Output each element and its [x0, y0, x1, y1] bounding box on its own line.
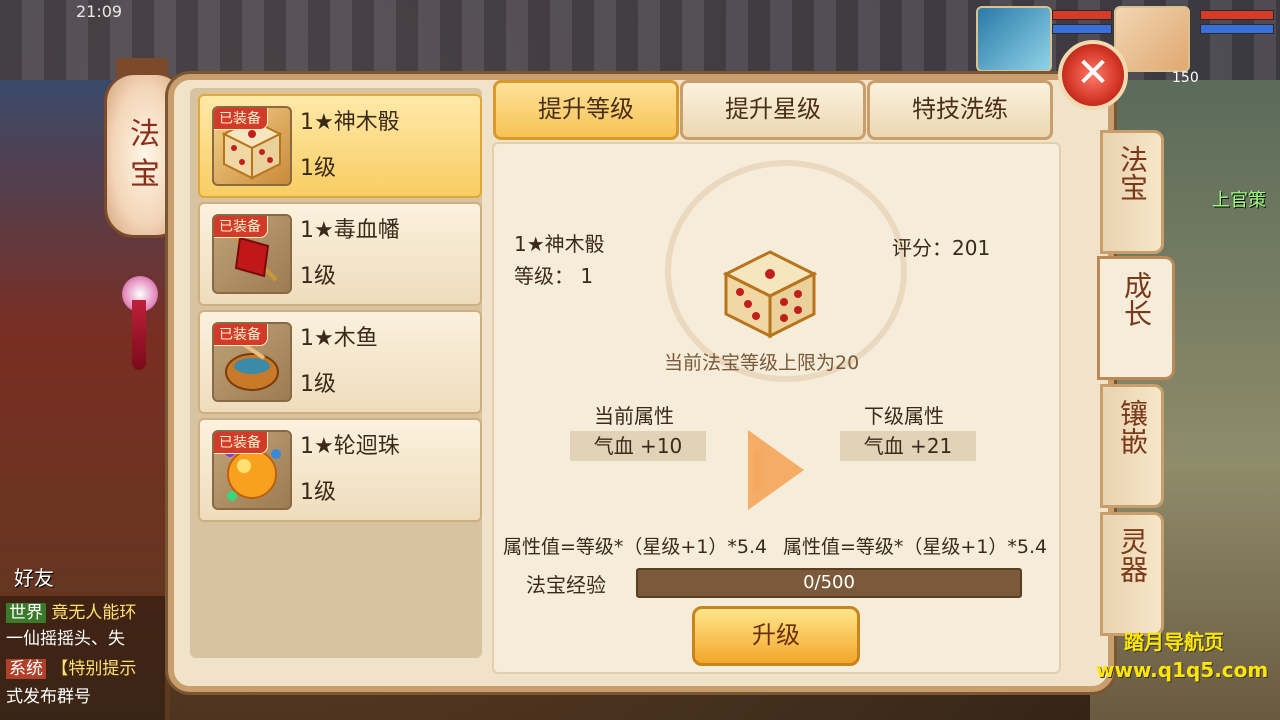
pet-mp-bar: [1052, 24, 1112, 34]
chat-panel[interactable]: 世界 竟无人能环 一仙摇摇头、失 系统 【特别提示 式发布群号: [0, 596, 165, 720]
side-tab-spirit[interactable]: 灵器: [1100, 512, 1164, 636]
chat-text: 式发布群号: [6, 687, 91, 707]
side-tab-treasure[interactable]: 法宝: [1100, 130, 1164, 254]
pet-hp-bar: [1052, 10, 1112, 20]
current-attr-value: 气血 +10: [570, 431, 706, 461]
chat-tag: 世界: [6, 603, 46, 623]
status-time: 21:09: [76, 2, 123, 21]
equipped-badge: 已装备: [214, 324, 268, 346]
detail-level: 等级： 1: [514, 264, 594, 288]
treasure-item[interactable]: 已装备 1★轮迴珠 1级: [198, 418, 482, 522]
watermark-url: www.q1q5.com: [1096, 658, 1269, 682]
tab-upgrade-star[interactable]: 提升星级: [680, 80, 866, 140]
equipped-badge: 已装备: [214, 108, 268, 130]
friend-button[interactable]: 好友: [14, 562, 54, 591]
side-tab-growth[interactable]: 成长: [1097, 256, 1175, 380]
upgrade-button[interactable]: 升级: [692, 606, 860, 666]
next-attr-value: 气血 +21: [840, 431, 976, 461]
formula-left: 属性值=等级*（星级+1）*5.4: [503, 536, 768, 558]
chat-tag: 系统: [6, 659, 46, 679]
current-attr-title: 当前属性: [594, 404, 674, 428]
wooden-fish-icon: 已装备: [212, 322, 292, 402]
player-mp-bar: [1200, 24, 1274, 34]
close-icon[interactable]: ✕: [1058, 40, 1128, 110]
chat-text: 【特别提示: [51, 659, 137, 679]
exp-progress-bar: 0/500: [636, 568, 1022, 598]
player-level: 150: [1172, 70, 1199, 86]
arrow-right-icon: [748, 430, 804, 510]
item-level: 1级: [300, 156, 336, 181]
item-level: 1级: [300, 264, 336, 289]
pet-portrait[interactable]: [976, 6, 1052, 72]
side-tab-inlay[interactable]: 镶嵌: [1100, 384, 1164, 508]
chat-line: 式发布群号: [6, 682, 91, 707]
item-name: 1★毒血幡: [300, 218, 400, 243]
chat-line: 世界 竟无人能环: [6, 598, 136, 623]
item-level: 1级: [300, 372, 336, 397]
chat-text: 竟无人能环: [51, 603, 137, 623]
side-tab-label: 灵器: [1116, 527, 1149, 583]
player-hp-bar: [1200, 10, 1274, 20]
npc-name: 上官策: [1212, 190, 1266, 211]
treasure-item[interactable]: 已装备 1★神木骰 1级: [198, 94, 482, 198]
banner-icon: 已装备: [212, 214, 292, 294]
orb-icon: 已装备: [212, 430, 292, 510]
level-limit-text: 当前法宝等级上限为20: [664, 352, 860, 374]
tab-skill-refine[interactable]: 特技洗练: [867, 80, 1053, 140]
detail-name: 1★神木骰: [514, 232, 605, 256]
dice-large-icon: [722, 250, 818, 339]
equipped-badge: 已装备: [214, 432, 268, 454]
side-tab-label: 成长: [1120, 271, 1153, 327]
watermark-title: 踏月导航页: [1124, 630, 1224, 654]
treasure-item[interactable]: 已装备 1★毒血幡 1级: [198, 202, 482, 306]
dice-icon: 已装备: [212, 106, 292, 186]
tassel-decoration: [132, 300, 146, 370]
exp-progress-text: 0/500: [803, 572, 855, 593]
tab-upgrade-level[interactable]: 提升等级: [493, 80, 679, 140]
formula-right: 属性值=等级*（星级+1）*5.4: [783, 536, 1048, 558]
detail-score: 评分：201: [892, 236, 991, 260]
item-name: 1★木鱼: [300, 326, 378, 351]
equipped-badge: 已装备: [214, 216, 268, 238]
chat-line: 一仙摇摇头、失: [6, 624, 125, 649]
side-tab-label: 镶嵌: [1116, 399, 1149, 455]
next-attr-title: 下级属性: [864, 404, 944, 428]
chat-line: 系统 【特别提示: [6, 654, 136, 679]
treasure-item[interactable]: 已装备 1★木鱼 1级: [198, 310, 482, 414]
exp-label: 法宝经验: [526, 573, 606, 597]
item-name: 1★神木骰: [300, 110, 400, 135]
side-tab-label: 法宝: [1116, 145, 1149, 201]
item-level: 1级: [300, 480, 336, 505]
item-name: 1★轮迴珠: [300, 434, 400, 459]
chat-text: 一仙摇摇头、失: [6, 629, 125, 649]
